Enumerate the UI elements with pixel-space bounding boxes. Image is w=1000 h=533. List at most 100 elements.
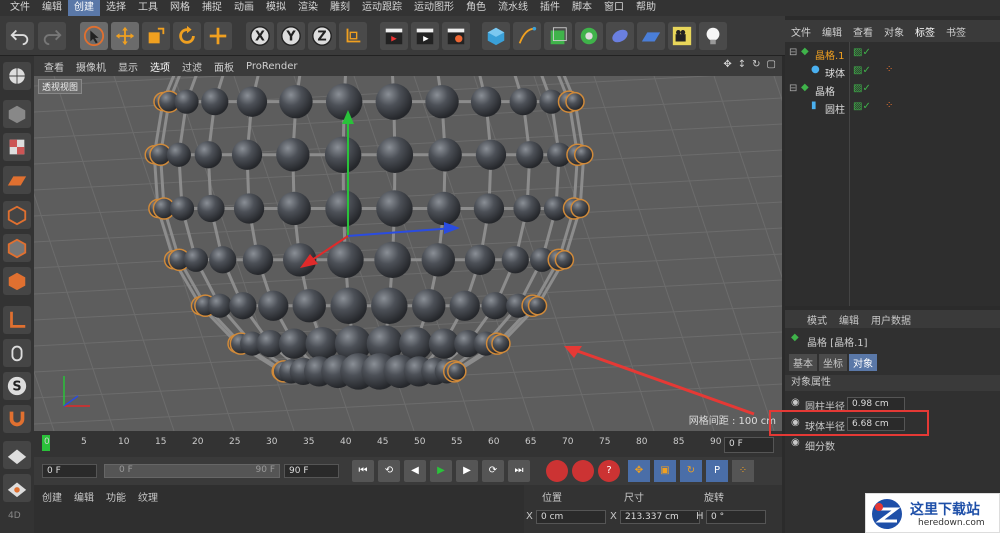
tag-icon[interactable]: ⁘	[885, 100, 893, 111]
menu-motion-tracker[interactable]: 运动跟踪	[356, 0, 408, 16]
menu-window[interactable]: 窗口	[598, 0, 630, 16]
viewport-menu-filter[interactable]: 过滤	[182, 59, 202, 74]
object-name[interactable]: 晶格.1	[815, 47, 845, 62]
render-picture-viewer-button[interactable]	[411, 22, 439, 50]
record-button[interactable]	[546, 460, 568, 482]
collapse-icon[interactable]: ⊟	[789, 83, 797, 94]
radio-icon[interactable]: ◉	[791, 397, 800, 408]
object-name[interactable]: 圆柱	[825, 101, 845, 116]
autokey-button[interactable]	[572, 460, 594, 482]
menu-edit[interactable]: 编辑	[36, 0, 68, 16]
light-button[interactable]	[699, 22, 727, 50]
visibility-check-icon[interactable]: ▨✓	[853, 47, 871, 58]
material-menu-function[interactable]: 功能	[106, 489, 126, 504]
go-to-end-button[interactable]: ⏭	[508, 460, 530, 482]
undo-button[interactable]	[6, 22, 34, 50]
position-x-field[interactable]: 0 cm	[536, 510, 606, 524]
previous-key-button[interactable]: ⟲	[378, 460, 400, 482]
visibility-check-icon[interactable]: ▨✓	[853, 83, 871, 94]
model-mode-button[interactable]	[3, 100, 31, 128]
viewport-menu-view[interactable]: 查看	[44, 59, 64, 74]
menu-select[interactable]: 选择	[100, 0, 132, 16]
maximize-icon[interactable]: ▢	[767, 59, 776, 70]
x-axis-button[interactable]: X	[246, 22, 274, 50]
move-tool-button[interactable]	[111, 22, 139, 50]
cloner-button[interactable]	[575, 22, 603, 50]
cube-object-button[interactable]	[482, 22, 510, 50]
tab-basic[interactable]: 基本	[789, 354, 817, 371]
key-position-button[interactable]: ✥	[628, 460, 650, 482]
menu-snap[interactable]: 捕捉	[196, 0, 228, 16]
subdivision-button[interactable]	[544, 22, 572, 50]
scale-tool-button[interactable]	[142, 22, 170, 50]
visibility-check-icon[interactable]: ▨✓	[853, 101, 871, 112]
viewport-menu-panel[interactable]: 面板	[214, 59, 234, 74]
magnet-button[interactable]	[3, 405, 31, 433]
menu-mesh[interactable]: 网格	[164, 0, 196, 16]
deformer-button[interactable]	[606, 22, 634, 50]
y-axis-button[interactable]: Y	[277, 22, 305, 50]
live-select-button[interactable]	[204, 22, 232, 50]
viewport-menu-prorender[interactable]: ProRender	[246, 61, 297, 72]
om-menu-objects[interactable]: 对象	[884, 24, 904, 39]
material-menu-edit[interactable]: 编辑	[74, 489, 94, 504]
om-menu-edit[interactable]: 编辑	[822, 24, 842, 39]
viewport-menu-display[interactable]: 显示	[118, 59, 138, 74]
material-menu-texture[interactable]: 纹理	[138, 489, 158, 504]
next-key-button[interactable]: ⟳	[482, 460, 504, 482]
menu-animate[interactable]: 动画	[228, 0, 260, 16]
previous-frame-button[interactable]: ◀	[404, 460, 426, 482]
perspective-viewport[interactable]: 透视视图 网格间距 : 100 cm	[34, 76, 782, 431]
size-x-field[interactable]: 213.337 cm	[620, 510, 700, 524]
menu-tools[interactable]: 工具	[132, 0, 164, 16]
menu-create[interactable]: 创建	[68, 0, 100, 16]
keyframe-selection-button[interactable]: ?	[598, 460, 620, 482]
tab-object[interactable]: 对象	[849, 354, 877, 371]
menu-simulate[interactable]: 模拟	[260, 0, 292, 16]
z-axis-button[interactable]: Z	[308, 22, 336, 50]
material-menu-create[interactable]: 创建	[42, 489, 62, 504]
menu-help[interactable]: 帮助	[630, 0, 662, 16]
zoom-icon[interactable]: ↕	[738, 59, 746, 70]
menu-sculpt[interactable]: 雕刻	[324, 0, 356, 16]
object-row[interactable]: ⊟ ◆ 晶格 ▨✓	[785, 80, 1000, 98]
menu-pipeline[interactable]: 流水线	[492, 0, 534, 16]
visibility-check-icon[interactable]: ▨✓	[853, 65, 871, 76]
om-menu-file[interactable]: 文件	[791, 24, 811, 39]
render-settings-button[interactable]	[442, 22, 470, 50]
key-parameter-button[interactable]: P	[706, 460, 728, 482]
planar-workplane-button[interactable]	[3, 474, 31, 502]
workplane-button[interactable]	[3, 166, 31, 194]
select-tool-button[interactable]	[80, 22, 108, 50]
floor-button[interactable]	[637, 22, 665, 50]
next-frame-button[interactable]: ▶	[456, 460, 478, 482]
camera-button[interactable]	[668, 22, 696, 50]
edges-mode-button[interactable]	[3, 234, 31, 262]
menu-render[interactable]: 渲染	[292, 0, 324, 16]
menu-plugins[interactable]: 插件	[534, 0, 566, 16]
redo-button[interactable]	[38, 22, 66, 50]
play-button[interactable]: ▶	[430, 460, 452, 482]
om-menu-tags[interactable]: 标签	[915, 24, 935, 39]
om-menu-bookmarks[interactable]: 书签	[946, 24, 966, 39]
cylinder-radius-field[interactable]: 0.98 cm	[847, 397, 905, 411]
rotate-tool-button[interactable]	[173, 22, 201, 50]
viewport-menu-options[interactable]: 选项	[150, 59, 170, 74]
om-menu-view[interactable]: 查看	[853, 24, 873, 39]
tag-icon[interactable]: ⁘	[885, 64, 893, 75]
object-name[interactable]: 球体	[825, 65, 845, 80]
timeline[interactable]: 0 5 10 15 20 25 30 35 40 45 50 55 60 65 70 75 80 85 90 0 F	[34, 431, 782, 457]
start-frame-field[interactable]: 0 F	[42, 464, 97, 478]
coordinate-system-button[interactable]	[339, 22, 367, 50]
tab-coord[interactable]: 坐标	[819, 354, 847, 371]
attr-menu-mode[interactable]: 模式	[807, 312, 827, 327]
radio-icon[interactable]: ◉	[791, 437, 800, 448]
pan-icon[interactable]: ✥	[723, 59, 731, 70]
tweak-mode-button[interactable]	[3, 339, 31, 367]
points-mode-button[interactable]	[3, 201, 31, 229]
pen-spline-button[interactable]	[513, 22, 541, 50]
menu-file[interactable]: 文件	[4, 0, 36, 16]
end-frame-field[interactable]: 90 F	[284, 464, 339, 478]
polygons-mode-button[interactable]	[3, 267, 31, 295]
collapse-icon[interactable]: ⊟	[789, 47, 797, 58]
